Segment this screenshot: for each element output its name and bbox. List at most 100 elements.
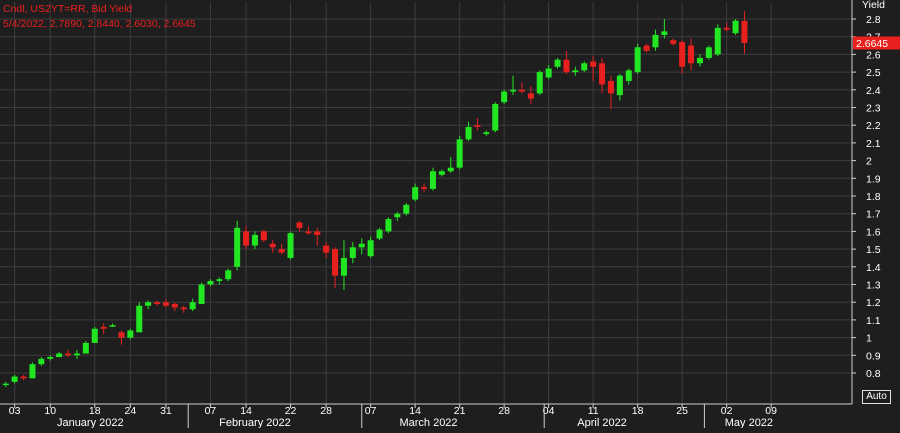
x-tick-label: 07	[365, 405, 377, 417]
candle-body	[527, 93, 534, 99]
candle-body	[679, 42, 686, 67]
candle-body	[412, 187, 419, 200]
x-tick-label: 02	[721, 405, 733, 417]
y-tick-label: 2	[866, 156, 872, 168]
candle-body	[590, 61, 597, 67]
y-tick-label: 1.5	[866, 244, 881, 256]
candle-body	[510, 89, 517, 92]
candle	[501, 89, 508, 104]
candle-body	[385, 219, 392, 232]
chart-legend: Cndl, US2YT=RR, Bid Yield 5/4/2022, 2.78…	[3, 2, 196, 32]
candle	[234, 220, 241, 271]
candle	[376, 227, 383, 241]
candle	[492, 102, 499, 133]
candle	[456, 135, 463, 170]
candle-body	[56, 353, 63, 358]
y-tick-label: 2.6	[866, 49, 881, 61]
x-tick-label: 21	[454, 405, 466, 417]
x-tick-label: 25	[676, 405, 688, 417]
candle-body	[545, 68, 552, 78]
candle-body	[572, 70, 579, 73]
candle-body	[634, 47, 641, 73]
x-tick-label: 22	[285, 405, 297, 417]
candle-body	[599, 63, 606, 85]
y-tick-label: 1.4	[866, 262, 881, 274]
y-tick-label: 2.8	[866, 14, 881, 26]
candle-body	[394, 213, 401, 218]
candle-body	[607, 80, 614, 94]
candle-body	[38, 358, 45, 365]
y-tick-label: 0.9	[866, 350, 881, 362]
candle-body	[2, 383, 9, 386]
candle	[260, 229, 267, 243]
candle-body	[243, 231, 250, 246]
candle	[634, 43, 641, 74]
x-tick-label: 28	[498, 405, 510, 417]
y-tick-label: 0.8	[866, 368, 881, 380]
x-month-label: April 2022	[577, 417, 627, 428]
candle-body	[278, 249, 285, 253]
candle-body	[367, 240, 374, 257]
candle-body	[554, 59, 561, 67]
candle-body	[171, 303, 178, 308]
candle-body	[465, 126, 472, 140]
candle-body	[501, 91, 508, 103]
y-tick-label: 2.5	[866, 67, 881, 79]
y-tick-label: 2.4	[866, 85, 881, 97]
y-tick-label: 1.1	[866, 315, 881, 327]
candle-body	[145, 302, 152, 306]
candle-body	[269, 243, 276, 248]
candle-body	[421, 187, 428, 189]
y-tick-label: 1.9	[866, 173, 881, 185]
y-tick-label: 2.2	[866, 120, 881, 132]
legend-instrument: Cndl, US2YT=RR, Bid Yield	[3, 3, 133, 15]
candle-body	[234, 227, 241, 267]
x-tick-label: 09	[765, 405, 777, 417]
y-tick-label: 1.7	[866, 209, 881, 221]
candlestick-chart: 0.8 0.9 1 1.1 1.2 1.3 1.4 1.5 1.6 1.7 1.8 1.9 2 2.1 2.…	[0, 0, 900, 429]
candle-body	[688, 45, 695, 64]
candle-body	[65, 353, 72, 356]
candle	[403, 203, 410, 216]
candle-body	[29, 364, 36, 379]
candle-body	[616, 75, 623, 96]
candle-body	[625, 70, 632, 81]
x-tick-label: 18	[632, 405, 644, 417]
candle-body	[189, 302, 196, 310]
candle-body	[260, 231, 267, 241]
candle	[705, 45, 712, 60]
candle-body	[483, 132, 490, 135]
candle	[536, 70, 543, 96]
candle-body	[118, 332, 125, 338]
candle-body	[287, 233, 294, 258]
candle-body	[723, 27, 730, 30]
candle-body	[447, 167, 454, 172]
candle-body	[207, 280, 214, 285]
candle-body	[314, 231, 321, 235]
x-month-label: May 2022	[725, 417, 773, 428]
candle-body	[661, 31, 668, 35]
candle-body	[536, 72, 543, 94]
y-tick-label: 1.8	[866, 191, 881, 203]
legend-ohlc-values: 5/4/2022, 2.7890, 2.8440, 2.6030, 2.6645	[3, 18, 196, 30]
candle-body	[109, 325, 116, 327]
candle-body	[670, 40, 677, 44]
y-tick-label: 2.3	[866, 103, 881, 115]
candle	[714, 24, 721, 57]
auto-scale-button[interactable]: Auto	[862, 390, 891, 404]
candle-body	[652, 34, 659, 48]
candle	[82, 341, 89, 354]
x-tick-label: 07	[205, 405, 217, 417]
candle-body	[180, 307, 187, 310]
y-tick-label: 1.2	[866, 297, 881, 309]
candle-body	[358, 243, 365, 248]
candle-body	[340, 257, 347, 276]
candle-body	[162, 302, 169, 306]
x-tick-label: 14	[409, 405, 421, 417]
y-tick-label: 1	[866, 333, 872, 345]
candle-body	[82, 342, 89, 354]
y-tick-label: 1.3	[866, 280, 881, 292]
candle-body	[216, 279, 223, 281]
candle-body	[323, 245, 330, 253]
candle-body	[429, 171, 436, 189]
